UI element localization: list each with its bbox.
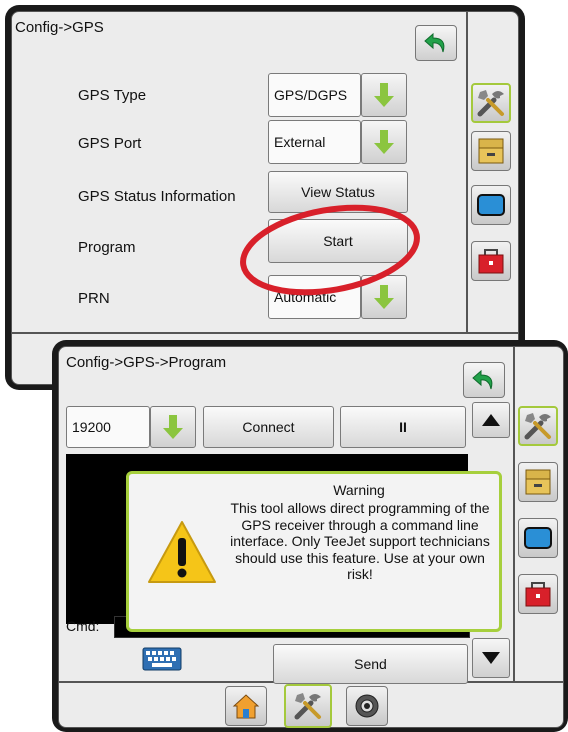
toolbox-icon xyxy=(478,249,504,274)
back-button[interactable] xyxy=(415,25,457,61)
baud-rate-dropdown-button[interactable] xyxy=(150,406,196,448)
screen-icon xyxy=(477,194,505,216)
gps-config-sidebar-area xyxy=(467,11,519,333)
connect-label: Connect xyxy=(242,419,295,435)
filebox-tab-button[interactable] xyxy=(518,462,558,502)
toolbox-icon xyxy=(525,582,551,607)
tools-tab-button[interactable] xyxy=(471,83,511,123)
down-arrow-icon xyxy=(374,83,394,107)
gps-port-dropdown-button[interactable] xyxy=(361,120,407,164)
filebox-icon xyxy=(478,138,504,164)
home-icon xyxy=(232,694,260,719)
warning-dialog: Warning This tool allows direct programm… xyxy=(126,471,502,632)
warning-title: Warning xyxy=(333,482,385,498)
gps-type-label: GPS Type xyxy=(78,87,147,104)
prn-label: PRN xyxy=(78,290,110,307)
baud-rate-select[interactable]: 19200 xyxy=(66,406,150,448)
gps-status-label: GPS Status Information xyxy=(78,188,236,205)
toolbox-tab-button[interactable] xyxy=(471,241,511,281)
gps-port-value: External xyxy=(274,134,326,150)
breadcrumb: Config->GPS xyxy=(15,19,104,36)
down-arrow-icon xyxy=(374,130,394,154)
gps-port-label: GPS Port xyxy=(78,135,142,152)
back-button[interactable] xyxy=(463,362,505,398)
keyboard-button[interactable] xyxy=(142,647,182,671)
warning-icon xyxy=(148,521,216,583)
filebox-icon xyxy=(525,469,551,495)
tools-bottom-tab-button[interactable] xyxy=(284,684,332,728)
filebox-tab-button[interactable] xyxy=(471,131,511,171)
cmd-label: Cmd: xyxy=(66,618,100,634)
program-label: Program xyxy=(78,239,136,256)
gps-type-select[interactable]: GPS/DGPS xyxy=(268,73,361,117)
home-tab-button[interactable] xyxy=(225,686,267,726)
camera-icon xyxy=(355,694,379,718)
connect-button[interactable]: Connect xyxy=(203,406,334,448)
camera-tab-button[interactable] xyxy=(346,686,388,726)
view-status-label: View Status xyxy=(301,184,375,200)
screen-tab-button[interactable] xyxy=(518,518,558,558)
pause-button[interactable]: II xyxy=(340,406,466,448)
back-arrow-icon xyxy=(424,32,445,53)
scroll-down-button[interactable] xyxy=(472,638,510,678)
warning-message: This tool allows direct programming of t… xyxy=(230,500,490,582)
gps-type-value: GPS/DGPS xyxy=(274,87,348,103)
send-label: Send xyxy=(354,656,387,672)
tools-icon xyxy=(294,693,321,720)
down-arrow-icon xyxy=(163,415,183,439)
highlight-ellipse xyxy=(240,204,420,296)
gps-program-sidebar-area xyxy=(514,346,564,682)
pause-label: II xyxy=(399,419,407,435)
breadcrumb: Config->GPS->Program xyxy=(66,354,227,371)
screen-icon xyxy=(524,527,552,549)
gps-config-screen: Config->GPS GPS Type GPS/DGPS GPS Port E… xyxy=(5,5,525,390)
triangle-down-icon xyxy=(482,652,500,664)
gps-type-dropdown-button[interactable] xyxy=(361,73,407,117)
scroll-up-button[interactable] xyxy=(472,402,510,438)
tools-icon xyxy=(477,90,504,117)
tools-icon xyxy=(524,413,551,440)
gps-port-select[interactable]: External xyxy=(268,120,361,164)
triangle-up-icon xyxy=(482,414,500,426)
baud-rate-value: 19200 xyxy=(72,419,111,435)
tools-tab-button[interactable] xyxy=(518,406,558,446)
back-arrow-icon xyxy=(472,369,493,390)
toolbox-tab-button[interactable] xyxy=(518,574,558,614)
send-button[interactable]: Send xyxy=(273,644,468,684)
screen-tab-button[interactable] xyxy=(471,185,511,225)
keyboard-icon xyxy=(142,647,182,671)
